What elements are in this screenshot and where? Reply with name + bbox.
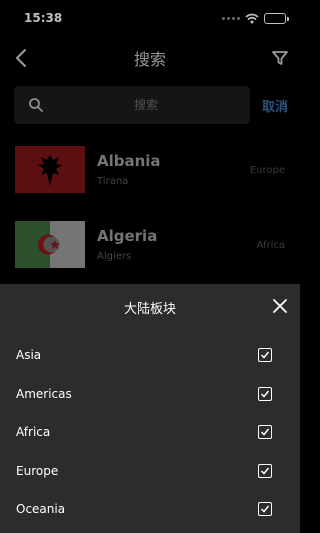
country-name: Algeria xyxy=(97,227,158,245)
continent-option[interactable]: Asia xyxy=(0,337,300,376)
continent-option[interactable]: Europe xyxy=(0,453,300,492)
country-capital: Algiers xyxy=(97,251,132,262)
filter-icon[interactable] xyxy=(270,48,290,68)
search-input[interactable] xyxy=(50,86,242,124)
status-bar: 15:38 xyxy=(0,0,300,36)
wifi-icon xyxy=(245,13,259,23)
continent-option-list: Asia Americas Africa Europe Oceania xyxy=(0,337,300,530)
checkbox-checked-icon[interactable] xyxy=(258,502,272,516)
crescent-star-icon xyxy=(38,234,60,255)
checkbox-checked-icon[interactable] xyxy=(258,386,272,401)
albania-flag xyxy=(15,146,85,193)
country-name: Albania xyxy=(97,152,161,170)
page-title: 搜索 xyxy=(133,50,166,69)
navigation-bar: 搜索 xyxy=(0,36,300,80)
battery-icon xyxy=(264,12,289,24)
checkbox-checked-icon[interactable] xyxy=(258,348,272,362)
country-row[interactable]: Albania Tirana Europe xyxy=(0,138,300,213)
algeria-flag xyxy=(15,221,85,268)
search-box[interactable] xyxy=(14,86,250,124)
country-region: Africa xyxy=(256,240,285,251)
status-time: 15:38 xyxy=(24,11,63,25)
cellular-signal-icon xyxy=(222,16,240,20)
country-row[interactable]: Algeria Algiers Africa xyxy=(0,213,300,288)
continent-label: Europe xyxy=(16,463,59,478)
continent-option[interactable]: Africa xyxy=(0,414,300,453)
continent-label: Africa xyxy=(16,425,51,439)
continent-label: Americas xyxy=(16,386,72,401)
country-list: Albania Tirana Europe Algeria Algiers Af… xyxy=(0,138,300,288)
status-icons xyxy=(222,12,289,24)
continent-option[interactable]: Americas xyxy=(0,376,300,415)
continent-label: Asia xyxy=(16,348,42,362)
continent-filter-sheet: 大陆板块 Asia Americas Africa Europe Oceania xyxy=(0,284,300,533)
sheet-title: 大陆板块 xyxy=(123,302,176,317)
search-row: 取消 xyxy=(0,86,300,126)
checkbox-checked-icon[interactable] xyxy=(258,425,272,439)
country-region: Europe xyxy=(249,165,285,176)
checkbox-checked-icon[interactable] xyxy=(258,463,272,478)
continent-option[interactable]: Oceania xyxy=(0,491,300,530)
close-icon[interactable] xyxy=(272,298,288,314)
cancel-button[interactable]: 取消 xyxy=(262,96,288,115)
country-capital: Tirana xyxy=(97,176,129,187)
search-icon xyxy=(29,98,43,112)
continent-label: Oceania xyxy=(16,502,66,516)
eagle-emblem-icon xyxy=(38,155,62,186)
